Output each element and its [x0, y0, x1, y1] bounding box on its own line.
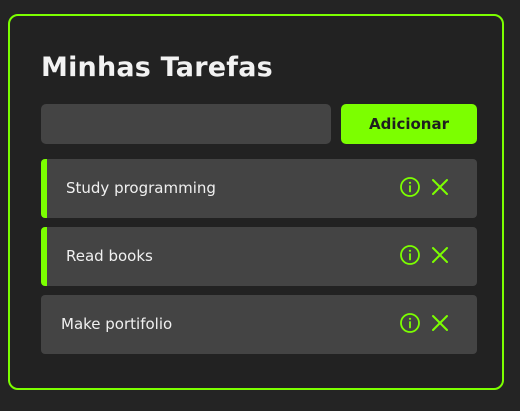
task-input[interactable] [41, 104, 331, 144]
task-text[interactable]: Make portifolio [61, 295, 172, 354]
task-item: Read books [41, 227, 477, 286]
close-icon[interactable] [429, 244, 451, 266]
add-task-button[interactable]: Adicionar [341, 104, 477, 144]
task-text[interactable]: Read books [66, 227, 153, 286]
task-text[interactable]: Study programming [66, 159, 216, 218]
info-circle-icon[interactable] [399, 176, 421, 198]
close-icon[interactable] [429, 176, 451, 198]
task-item: Study programming [41, 159, 477, 218]
task-item: Make portifolio [41, 295, 477, 354]
info-circle-icon[interactable] [399, 244, 421, 266]
todo-card: Minhas Tarefas Adicionar Study programmi… [8, 14, 504, 390]
info-circle-icon[interactable] [399, 312, 421, 334]
page-title: Minhas Tarefas [41, 52, 273, 83]
close-icon[interactable] [429, 312, 451, 334]
